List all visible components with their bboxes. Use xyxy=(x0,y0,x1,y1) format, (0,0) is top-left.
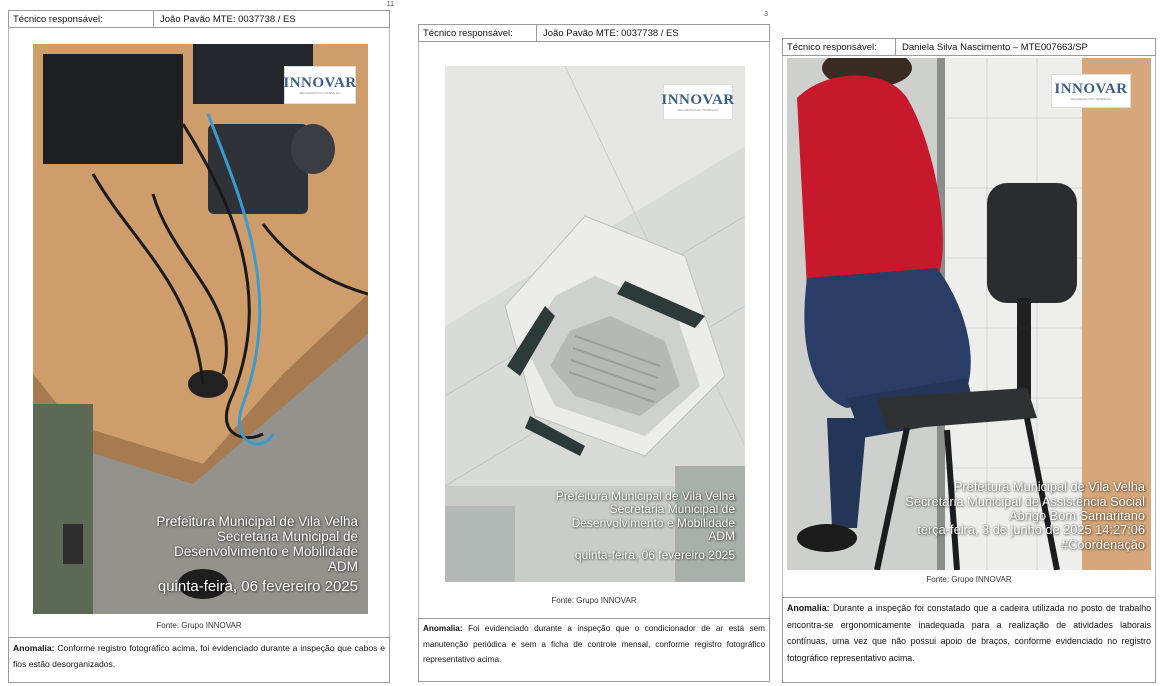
overlay-line: Secretaria Municipal de xyxy=(609,502,735,517)
anomaly-label: Anomalia: xyxy=(787,603,830,613)
technician-name: Daniela Silva Nascimento – MTE007663/SP xyxy=(902,42,1088,53)
innovar-logo: INNOVAR SEGURANÇA DO TRABALHO xyxy=(283,66,357,104)
technician-header: Técnico responsável: João Pavão MTE: 003… xyxy=(8,10,390,28)
inspection-panel-2: Técnico responsável: João Pavão MTE: 003… xyxy=(418,11,770,684)
page-mark: 3 xyxy=(764,11,768,18)
overlay-line: Secretaria Municipal de Assistência Soci… xyxy=(905,493,1145,509)
photo-cables: INNOVAR SEGURANÇA DO TRABALHO Prefeitura… xyxy=(33,44,368,614)
overlay-line: terça-feira, 3 de junho de 2025 14:27:06 xyxy=(917,522,1145,538)
photo-source: Fonte: Grupo INNOVAR xyxy=(551,596,637,605)
technician-label: Técnico responsável: xyxy=(783,39,896,55)
photo-source: Fonte: Grupo INNOVAR xyxy=(926,575,1012,584)
logo-text: INNOVAR xyxy=(283,74,357,91)
photo-air-conditioner: INNOVAR SEGURANÇA DO TRABALHO Prefeitura… xyxy=(445,66,745,582)
technician-name: João Pavão MTE: 0037738 / ES xyxy=(543,28,679,39)
overlay-line: Secretaria Municipal de xyxy=(216,528,358,544)
technician-header: Técnico responsável: Daniela Silva Nasci… xyxy=(782,38,1156,56)
overlay-line: quinta-feira, 06 fevereiro 2025 xyxy=(157,578,358,596)
photo-chair: INNOVAR SEGURANÇA DO TRABALHO Prefeitura… xyxy=(787,58,1151,570)
photo-source: Fonte: Grupo INNOVAR xyxy=(156,621,242,630)
anomaly-label: Anomalia: xyxy=(423,624,463,633)
technician-header: Técnico responsável: João Pavão MTE: 003… xyxy=(418,24,770,42)
page-mark: 11 xyxy=(386,1,394,8)
anomaly-label: Anomalia: xyxy=(13,643,55,653)
technician-label: Técnico responsável: xyxy=(9,11,154,27)
overlay-line: Desenvolvimento e Mobilidade xyxy=(174,543,358,559)
anomaly-text: Foi evidenciado durante a inspeção que o… xyxy=(423,624,765,665)
anomaly-text: Conforme registro fotográfico acima, foi… xyxy=(13,643,385,670)
logo-text: INNOVAR xyxy=(661,91,735,108)
photo-overlay-text: Prefeitura Municipal de Vila Velha Secre… xyxy=(905,480,1145,552)
technician-name: João Pavão MTE: 0037738 / ES xyxy=(160,14,296,25)
inspection-panel-3: Técnico responsável: Daniela Silva Nasci… xyxy=(782,38,1156,684)
anomaly-box: Anomalia: Foi evidenciado durante a insp… xyxy=(418,618,770,682)
photo-overlay-text: Prefeitura Municipal de Vila Velha Secre… xyxy=(156,514,358,596)
anomaly-box: Anomalia: Conforme registro fotográfico … xyxy=(8,637,390,683)
overlay-line: Abrigo Bom Samaritano xyxy=(1009,508,1145,524)
overlay-line: Prefeitura Municipal de Vila Velha xyxy=(953,479,1145,495)
overlay-line: ADM xyxy=(328,559,358,575)
overlay-line: Prefeitura Municipal de Vila Velha xyxy=(156,513,358,529)
overlay-line: #Coordenação xyxy=(1061,536,1145,552)
anomaly-text: Durante a inspeção foi constatado que a … xyxy=(787,603,1151,664)
innovar-logo: INNOVAR SEGURANÇA DO TRABALHO xyxy=(661,84,735,120)
technician-label: Técnico responsável: xyxy=(419,25,537,41)
anomaly-box: Anomalia: Durante a inspeção foi constat… xyxy=(782,597,1156,683)
inspection-panel-1: Técnico responsável: João Pavão MTE: 003… xyxy=(8,1,394,683)
photo-overlay-text: Prefeitura Municipal de Vila Velha Secre… xyxy=(556,489,735,562)
innovar-logo: INNOVAR SEGURANÇA DO TRABALHO xyxy=(1051,74,1131,108)
overlay-line: quinta-feira, 06 fevereiro 2025 xyxy=(574,547,735,562)
logo-text: INNOVAR xyxy=(1054,80,1128,97)
overlay-line: ADM xyxy=(708,529,735,544)
